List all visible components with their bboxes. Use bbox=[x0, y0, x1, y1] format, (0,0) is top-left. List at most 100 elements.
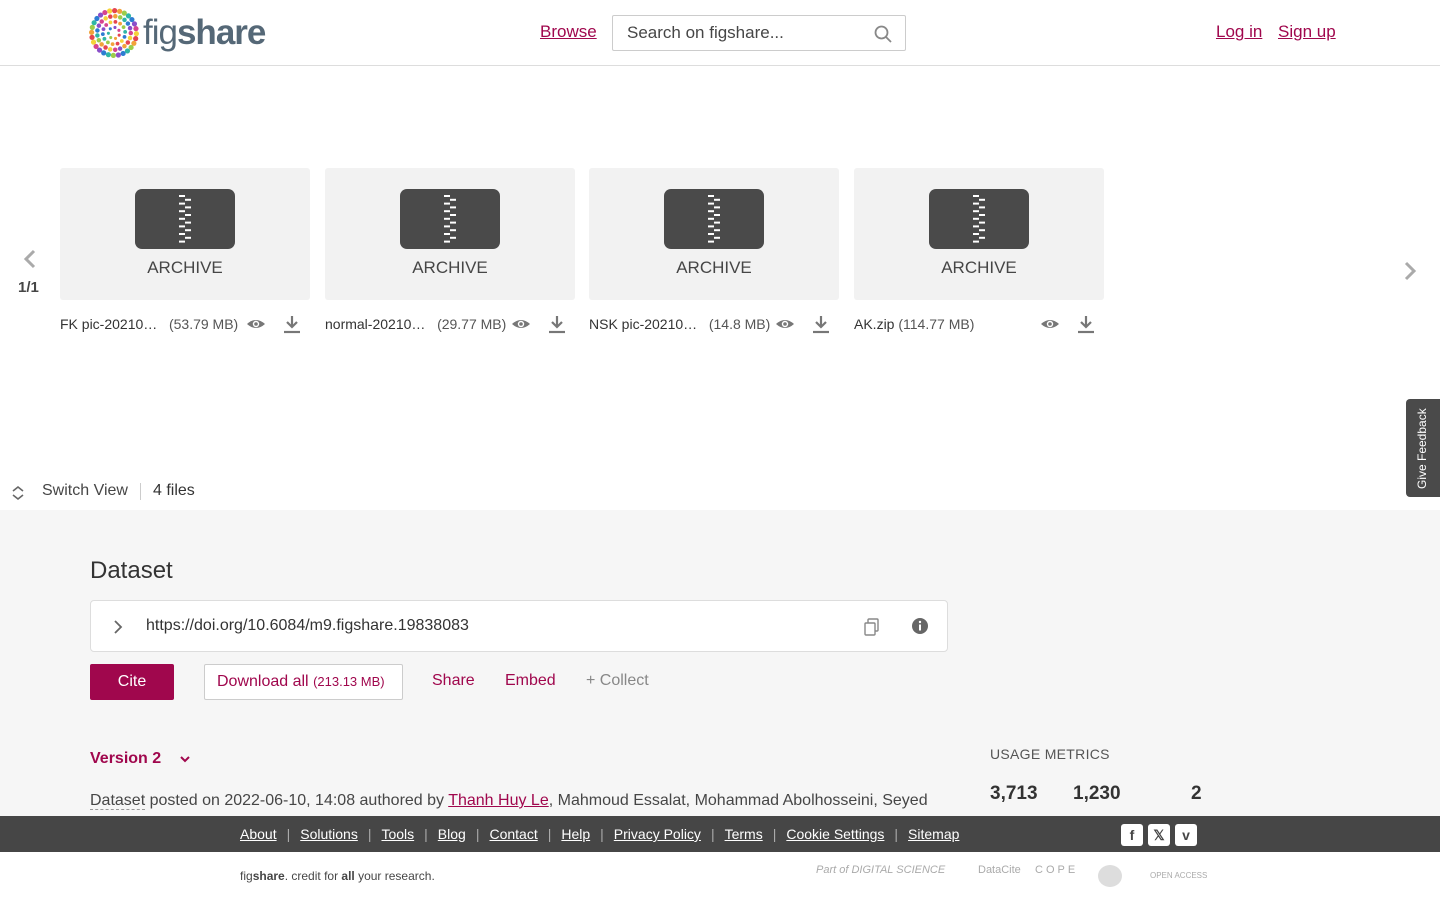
file-type-label: ARCHIVE bbox=[412, 258, 488, 277]
footer-separator: | bbox=[475, 826, 480, 842]
download-icon[interactable] bbox=[282, 314, 302, 334]
browse-link[interactable]: Browse bbox=[540, 22, 597, 42]
metric-views: 3,713 bbox=[990, 783, 1038, 804]
search-input[interactable] bbox=[627, 23, 867, 43]
give-feedback-tab[interactable]: Give Feedback bbox=[1406, 399, 1440, 497]
footer-link-about[interactable]: About bbox=[240, 826, 277, 842]
file-card[interactable]: ARCHIVE bbox=[325, 168, 575, 300]
vimeo-icon[interactable]: v bbox=[1175, 824, 1197, 846]
facebook-icon[interactable]: f bbox=[1121, 824, 1143, 846]
site-header: figshare Browse Log in Sign up bbox=[0, 0, 1440, 66]
tagline-fig: fig bbox=[240, 869, 253, 883]
info-icon[interactable] bbox=[911, 617, 929, 635]
footer-tagline: figshare. credit for all your research. bbox=[240, 869, 435, 883]
switch-view-button[interactable]: Switch View bbox=[42, 482, 128, 500]
download-icon[interactable] bbox=[547, 314, 567, 334]
figshare-logo[interactable]: figshare bbox=[89, 7, 266, 59]
tagline-share: share bbox=[252, 869, 285, 883]
chevron-down-icon[interactable] bbox=[178, 754, 192, 766]
footer-link-sitemap[interactable]: Sitemap bbox=[908, 826, 959, 842]
file-size: (29.77 MB) bbox=[437, 316, 507, 332]
file-name: NSK pic-20210… (14.8 MB) bbox=[589, 316, 770, 332]
chevron-right-icon[interactable] bbox=[1400, 260, 1420, 282]
seal-logo[interactable] bbox=[1098, 865, 1122, 887]
footer-separator: | bbox=[547, 826, 552, 842]
footer-link-blog[interactable]: Blog bbox=[438, 826, 466, 842]
login-link[interactable]: Log in bbox=[1216, 22, 1262, 42]
download-all-button[interactable]: Download all (213.13 MB) bbox=[204, 664, 403, 700]
archive-icon bbox=[135, 189, 235, 249]
tagline-end: your research. bbox=[354, 869, 435, 883]
cope-logo[interactable]: COPE bbox=[1035, 864, 1078, 876]
zipper-icon bbox=[444, 195, 456, 243]
give-feedback-label: Give Feedback bbox=[1415, 408, 1429, 489]
tagline-mid: . credit for bbox=[284, 869, 342, 883]
footer-links: About | Solutions | Tools | Blog | Contact | Help |… bbox=[240, 826, 959, 842]
metric-citations: 2 bbox=[1191, 783, 1202, 804]
file-card[interactable]: ARCHIVE bbox=[60, 168, 310, 300]
copy-icon[interactable] bbox=[863, 617, 881, 637]
open-access-logo[interactable]: OPEN ACCESS bbox=[1150, 871, 1207, 880]
divider bbox=[140, 483, 141, 500]
footer-link-tools[interactable]: Tools bbox=[381, 826, 414, 842]
embed-button[interactable]: Embed bbox=[505, 672, 556, 690]
share-button[interactable]: Share bbox=[432, 672, 475, 690]
download-all-label: Download all bbox=[217, 673, 309, 690]
file-type-label: ARCHIVE bbox=[676, 258, 752, 277]
preview-eye-icon[interactable] bbox=[775, 314, 795, 334]
other-authors: , Mahmoud Essalat, Mohammad Abolhosseini… bbox=[548, 792, 928, 809]
switch-view-icon[interactable] bbox=[10, 485, 26, 501]
chevron-left-icon[interactable] bbox=[20, 248, 40, 270]
file-size: (14.8 MB) bbox=[708, 316, 771, 332]
file-name-text: FK pic-20210… bbox=[60, 316, 158, 332]
version-selector[interactable]: Version 2 bbox=[90, 750, 161, 768]
zipper-icon bbox=[708, 195, 720, 243]
dataset-section bbox=[0, 510, 1440, 816]
file-card[interactable]: ARCHIVE bbox=[589, 168, 839, 300]
footer-link-privacy-policy[interactable]: Privacy Policy bbox=[614, 826, 701, 842]
figshare-logo-icon bbox=[89, 8, 139, 58]
footer-bottom bbox=[0, 852, 1440, 900]
preview-eye-icon[interactable] bbox=[1040, 314, 1060, 334]
file-name-text: AK.zip bbox=[854, 316, 895, 332]
download-icon[interactable] bbox=[1076, 314, 1096, 334]
x-twitter-icon[interactable]: 𝕏 bbox=[1148, 824, 1170, 846]
file-type-label: ARCHIVE bbox=[941, 258, 1017, 277]
download-icon[interactable] bbox=[811, 314, 831, 334]
footer-link-solutions[interactable]: Solutions bbox=[300, 826, 358, 842]
posted-info: Dataset posted on 2022-06-10, 14:08 auth… bbox=[90, 792, 928, 810]
search-box[interactable] bbox=[612, 15, 906, 51]
logo-text: figshare bbox=[143, 13, 266, 52]
digital-science-logo[interactable]: Part of DIGITAL SCIENCE bbox=[816, 864, 945, 876]
item-type-label[interactable]: Dataset bbox=[90, 792, 146, 810]
footer-link-terms[interactable]: Terms bbox=[725, 826, 763, 842]
preview-eye-icon[interactable] bbox=[511, 314, 531, 334]
dataset-type-title: Dataset bbox=[90, 557, 173, 584]
file-name-text: normal-20210… bbox=[325, 316, 426, 332]
files-count: 4 files bbox=[153, 482, 195, 499]
footer-separator: | bbox=[772, 826, 777, 842]
chevron-right-icon[interactable] bbox=[111, 618, 125, 636]
search-icon[interactable] bbox=[873, 24, 893, 44]
zipper-icon bbox=[179, 195, 191, 243]
footer-separator: | bbox=[424, 826, 428, 842]
archive-icon bbox=[929, 189, 1029, 249]
footer-separator: | bbox=[710, 826, 715, 842]
file-name: normal-20210… (29.77 MB) bbox=[325, 316, 506, 332]
datacite-logo[interactable]: DataCite bbox=[978, 864, 1021, 876]
footer-separator: | bbox=[894, 826, 899, 842]
doi-link[interactable]: https://doi.org/10.6084/m9.figshare.1983… bbox=[146, 617, 469, 635]
preview-eye-icon[interactable] bbox=[246, 314, 266, 334]
archive-icon bbox=[400, 189, 500, 249]
signup-link[interactable]: Sign up bbox=[1278, 22, 1336, 42]
file-card[interactable]: ARCHIVE bbox=[854, 168, 1104, 300]
cite-button[interactable]: Cite bbox=[90, 664, 174, 700]
page-indicator: 1/1 bbox=[18, 279, 39, 296]
collect-button[interactable]: + Collect bbox=[586, 672, 649, 690]
posted-text: posted on 2022-06-10, 14:08 authored by bbox=[145, 792, 449, 809]
footer-link-contact[interactable]: Contact bbox=[489, 826, 537, 842]
footer-link-help[interactable]: Help bbox=[561, 826, 590, 842]
file-size: (53.79 MB) bbox=[168, 316, 239, 332]
footer-link-cookie-settings[interactable]: Cookie Settings bbox=[786, 826, 884, 842]
author-link[interactable]: Thanh Huy Le bbox=[448, 792, 549, 809]
